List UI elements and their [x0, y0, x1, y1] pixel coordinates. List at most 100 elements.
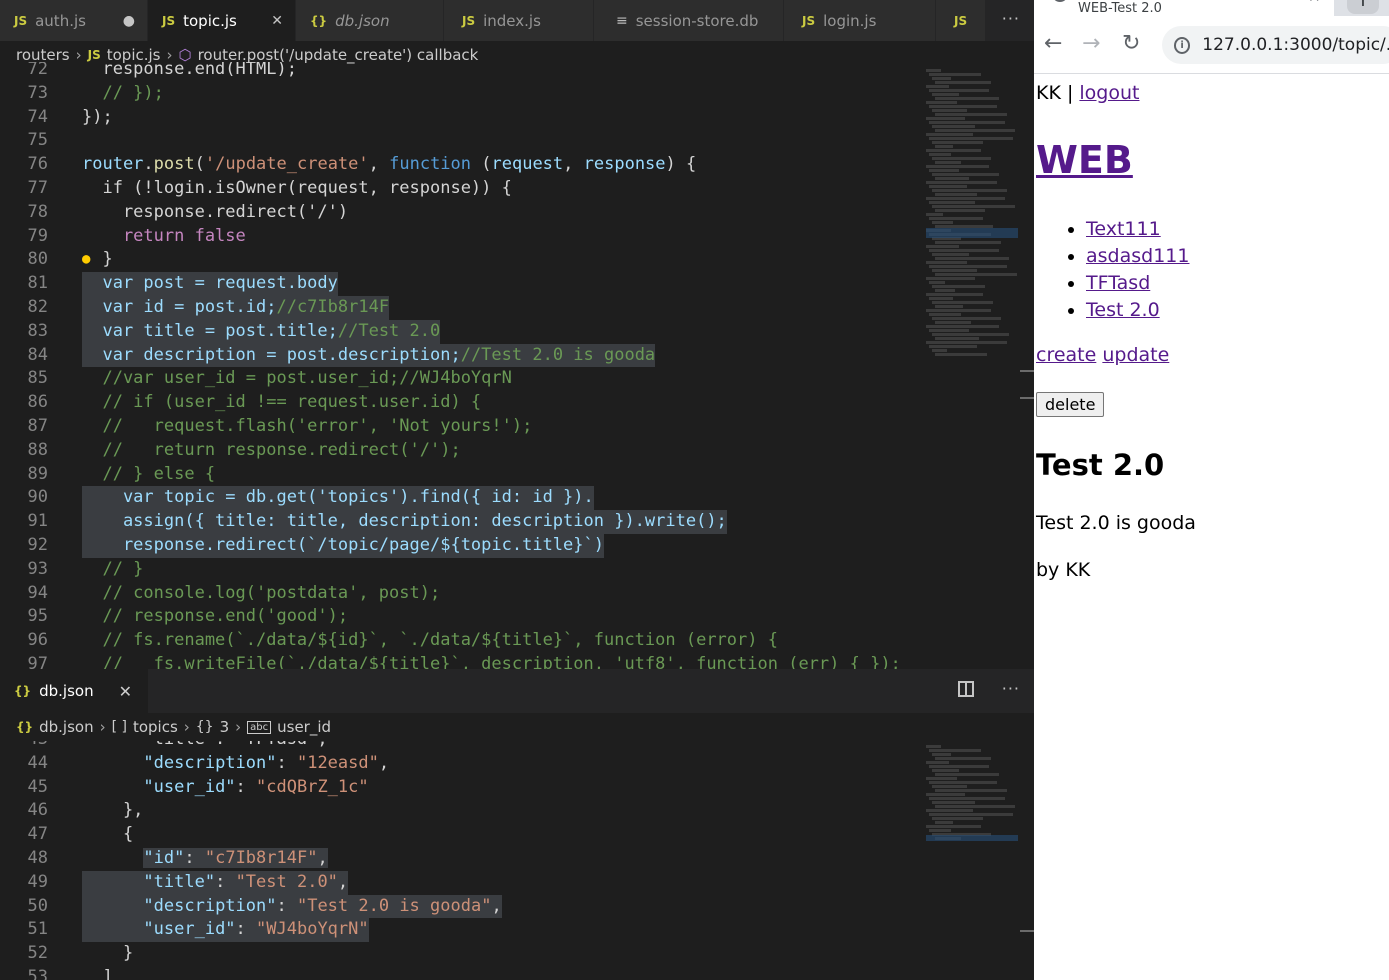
list-item: TFTasd: [1086, 270, 1189, 297]
code-line-selected: 82 var id = post.id;//c7Ib8r14F: [0, 295, 920, 320]
tab-auth-js[interactable]: JS auth.js ●: [0, 0, 148, 41]
minimap-line: [929, 829, 951, 832]
code-line-selected: 51 "user_id": "WJ4boYqrN": [0, 918, 920, 943]
code-line: 93 // }: [27, 558, 144, 579]
site-title-link[interactable]: WEB: [1036, 138, 1133, 182]
close-icon[interactable]: ✕: [1308, 0, 1321, 6]
delete-button[interactable]: delete: [1036, 392, 1105, 417]
minimap-line: [929, 137, 1013, 140]
logout-link[interactable]: logout: [1079, 82, 1139, 104]
site-title: WEB: [1036, 138, 1133, 182]
more-actions-icon[interactable]: ···: [1002, 9, 1020, 28]
forward-icon[interactable]: →: [1082, 31, 1100, 56]
code-line: 47 {: [27, 824, 134, 845]
tab-session-store-db[interactable]: ≡ session-store.db: [594, 0, 784, 41]
back-icon[interactable]: ←: [1044, 31, 1062, 56]
minimap-line: [932, 817, 983, 820]
code-editor-db-json[interactable]: 43 "title": "TFTasd", 44 "description": …: [0, 741, 920, 980]
code-line: 96 // fs.rename(`./data/${id}`, `./data/…: [27, 630, 778, 651]
breadcrumb-array[interactable]: topics: [133, 718, 178, 736]
topic-link[interactable]: Text111: [1086, 218, 1161, 240]
url-text[interactable]: 127.0.0.1:3000/topic/...: [1202, 35, 1389, 55]
minimap-line: [935, 321, 971, 324]
code-line-selected: 81 var post = request.body: [0, 272, 920, 296]
minimap-line: [932, 801, 975, 804]
chevron-right-icon: ›: [99, 718, 106, 736]
json-file-icon: {}: [16, 720, 34, 734]
info-icon[interactable]: i: [1174, 36, 1191, 54]
minimap-line: [926, 777, 957, 780]
topic-description: Test 2.0 is gooda: [1036, 512, 1196, 534]
topic-link[interactable]: TFTasd: [1086, 272, 1150, 294]
minimap-line: [926, 85, 949, 88]
create-link[interactable]: create: [1036, 344, 1096, 366]
close-icon[interactable]: ✕: [119, 682, 132, 701]
database-file-icon: ≡: [616, 12, 628, 29]
minimap-viewport[interactable]: [926, 835, 1018, 841]
code-line: 78 response.redirect('/'): [27, 201, 349, 222]
update-link[interactable]: update: [1102, 344, 1169, 366]
split-editor-icon[interactable]: [958, 681, 974, 697]
minimap-line: [926, 165, 989, 168]
minimap-line: [926, 277, 975, 280]
code-line: 88 // return response.redirect('/');: [27, 439, 461, 460]
topic-link[interactable]: Test 2.0: [1086, 299, 1160, 321]
reload-icon[interactable]: ↻: [1122, 31, 1140, 56]
minimap-line: [932, 269, 977, 272]
browser-tab[interactable]: WEB-Test 2.0 ✕: [1034, 0, 1334, 16]
topic-author: by KK: [1036, 559, 1091, 581]
topic-link[interactable]: asdasd111: [1086, 245, 1189, 267]
breadcrumb-property[interactable]: user_id: [277, 718, 331, 736]
code-line: 77 if (!login.isOwner(request, response)…: [27, 177, 512, 198]
db-json-tab-bar: {} db.json ✕ ···: [0, 669, 1034, 713]
breadcrumb-db-json: {} db.json › [ ] topics › {} 3 › abc use…: [0, 713, 1034, 741]
minimap-line: [929, 749, 981, 752]
minimap-line: [935, 289, 955, 292]
tab-label: db.json: [39, 682, 94, 700]
minimap-line: [929, 249, 999, 252]
tab-db-json-split[interactable]: {} db.json ✕: [0, 669, 148, 713]
minimap-line: [926, 69, 941, 72]
minimap-viewport[interactable]: [926, 228, 1018, 238]
code-line: 75: [27, 130, 48, 151]
minimap-line: [935, 113, 1007, 116]
topic-actions: create update: [1036, 344, 1169, 366]
tab-label: db.json: [335, 11, 390, 30]
minimap-line: [932, 77, 951, 80]
code-line: 53 ]: [27, 966, 113, 980]
minimap-line: [935, 273, 1017, 276]
close-icon[interactable]: ✕: [257, 13, 283, 29]
code-line: 94 // console.log('postdata', post);: [27, 582, 441, 603]
more-actions-icon[interactable]: ···: [1002, 679, 1020, 698]
tab-index-js[interactable]: JS index.js: [444, 0, 594, 41]
code-line: 43 "title": "TFTasd",: [0, 741, 920, 752]
minimap-line: [929, 297, 953, 300]
string-property-icon: abc: [247, 720, 272, 734]
scrollbar-thumb[interactable]: [1020, 370, 1034, 372]
tab-topic-js[interactable]: JS topic.js ✕: [148, 0, 296, 41]
minimap-line: [932, 253, 969, 256]
minimap[interactable]: [926, 68, 1024, 368]
globe-icon: [1052, 0, 1068, 2]
tab-login-js[interactable]: JS login.js: [784, 0, 936, 41]
tab-db-json[interactable]: {} db.json: [296, 0, 444, 41]
minimap-line: [926, 325, 999, 328]
tab-overflow[interactable]: JS: [936, 0, 986, 41]
breadcrumb-file[interactable]: db.json: [39, 718, 93, 736]
unsaved-dot-icon[interactable]: ●: [109, 13, 135, 29]
code-line: 95 // response.end('good');: [27, 606, 349, 627]
minimap[interactable]: [926, 744, 1024, 844]
code-line: 79 return false: [27, 225, 246, 246]
minimap-line: [926, 341, 1007, 344]
breadcrumb-object[interactable]: 3: [220, 718, 230, 736]
address-bar[interactable]: i 127.0.0.1:3000/topic/...: [1162, 26, 1389, 64]
code-line: 89 // } else {: [27, 463, 216, 484]
vscode-window: JS auth.js ● JS topic.js ✕ {} db.json JS…: [0, 0, 1034, 980]
scrollbar-thumb[interactable]: [1020, 930, 1034, 932]
new-tab-button[interactable]: +: [1347, 0, 1379, 14]
js-file-icon: JS: [87, 48, 101, 62]
minimap-line: [926, 825, 981, 828]
code-editor-topic-js[interactable]: 72 response.end(HTML); 73 // }); 74}); 7…: [0, 62, 920, 669]
minimap-line: [935, 353, 987, 356]
minimap-line: [935, 145, 953, 148]
